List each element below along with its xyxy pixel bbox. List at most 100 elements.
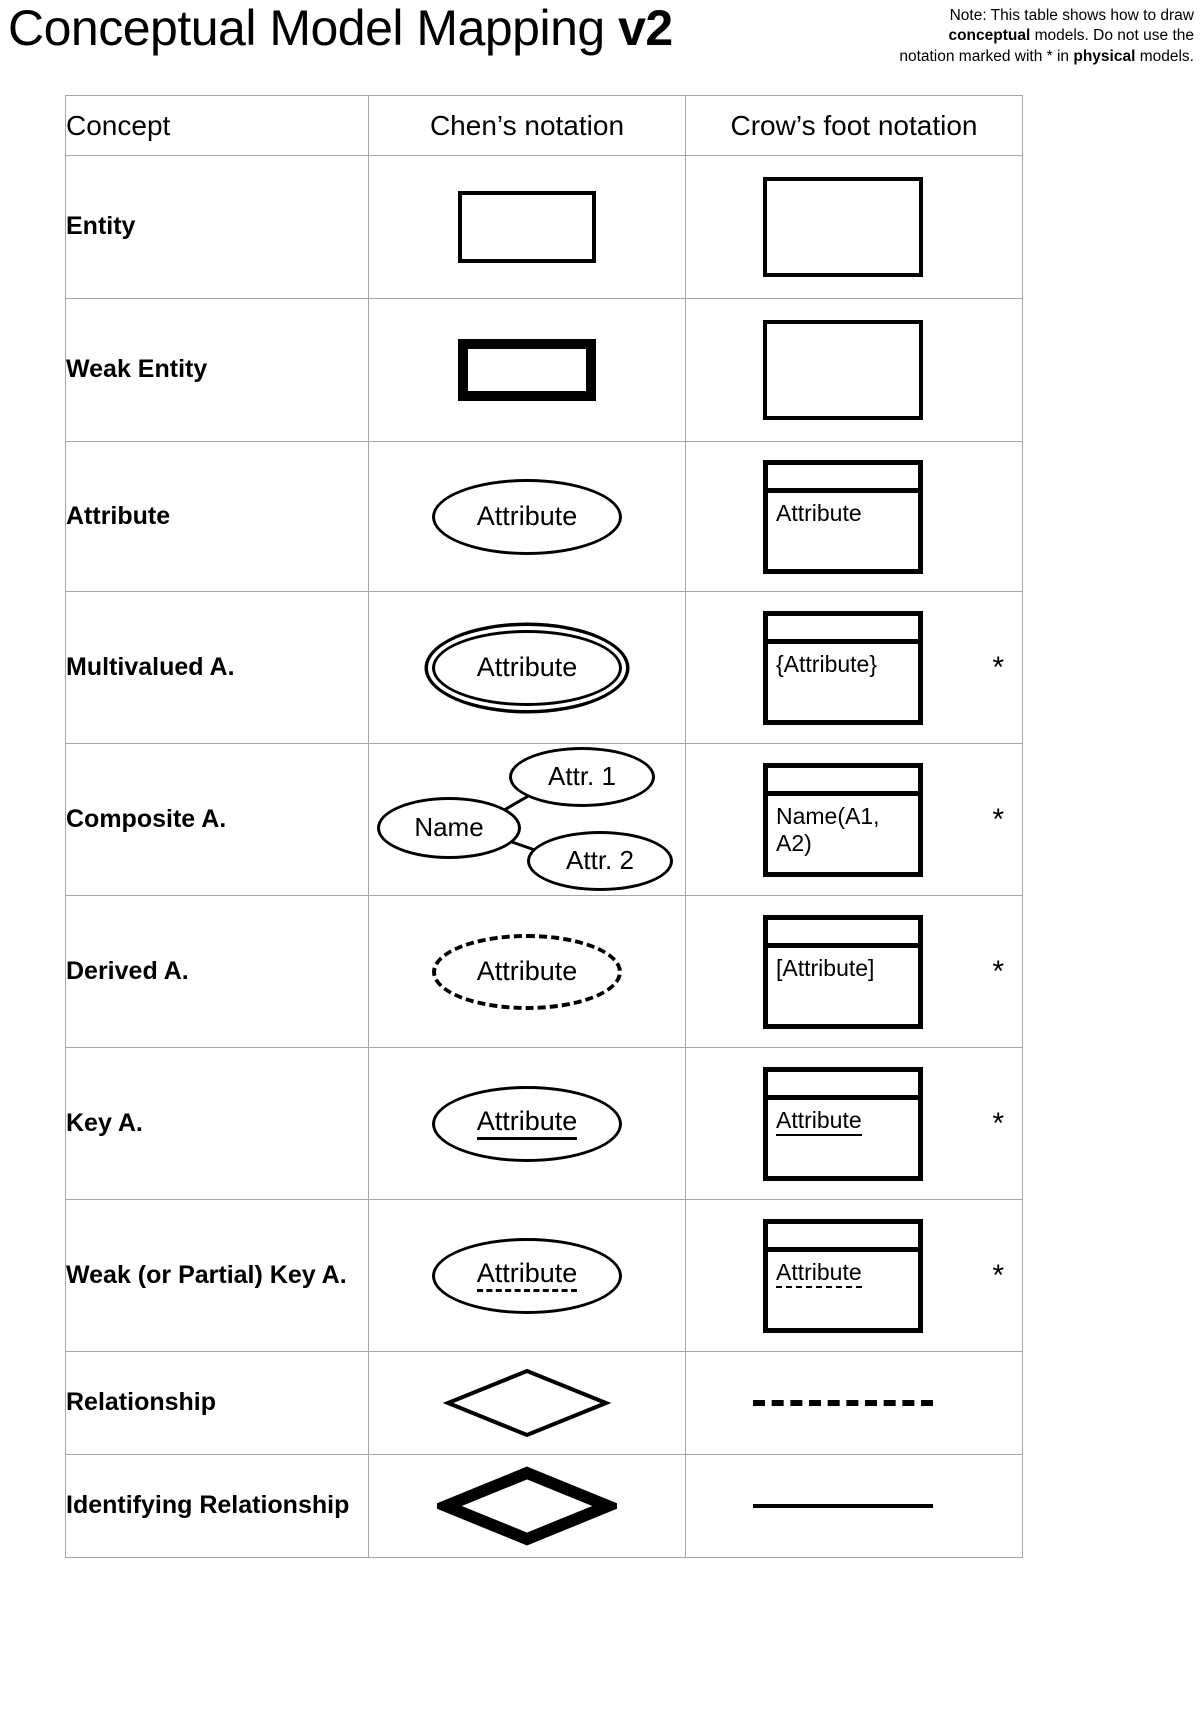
concept-label: Weak Entity	[65, 298, 369, 442]
crow-notation-cell: [Attribute] *	[685, 895, 1023, 1048]
chen-notation-cell: Attr. 1 Name Attr. 2	[368, 743, 686, 896]
double-rectangle-icon	[458, 339, 596, 401]
ellipse-label: Attribute	[476, 652, 578, 682]
weak-entity-rectangle-shape	[369, 339, 685, 401]
page-header: Conceptual Model Mapping v2 Note: This t…	[0, 0, 1200, 88]
page-title-main: Conceptual Model Mapping	[8, 0, 619, 56]
entity-box-icon	[763, 177, 923, 277]
double-ellipse-icon: Attribute	[432, 629, 622, 706]
crow-notation-cell: Attribute *	[685, 1047, 1023, 1200]
crow-notation-cell	[685, 1351, 1023, 1455]
table-header-row: Concept Chen’s notation Crow’s foot nota…	[65, 95, 1023, 156]
crow-notation-cell	[685, 298, 1023, 442]
chen-notation-cell: Attribute	[368, 895, 686, 1048]
box-attribute-label: {Attribute}	[776, 650, 878, 677]
entity-table-box-icon: [Attribute]	[763, 914, 923, 1029]
key-attribute-shape: Attribute	[369, 1085, 685, 1162]
chen-notation-cell	[368, 298, 686, 442]
crow-shape-wrap: Name(A1, A2)	[686, 762, 1022, 877]
concept-label: Identifying Relationship	[65, 1454, 369, 1558]
crow-shape-wrap	[686, 1400, 1022, 1406]
crow-shape-wrap: [Attribute]	[686, 914, 1022, 1029]
page-title-version: v2	[618, 0, 673, 56]
chen-notation-cell	[368, 155, 686, 299]
crow-shape-wrap	[686, 320, 1022, 420]
table-row: Weak (or Partial) Key A. Attribute Attri…	[65, 1199, 1023, 1352]
crow-notation-cell: Name(A1, A2) *	[685, 743, 1023, 896]
partial-key-attribute-shape: Attribute	[369, 1237, 685, 1314]
dashed-line-icon	[753, 1400, 933, 1406]
note-bold-physical: physical	[1073, 47, 1136, 65]
crow-shape-wrap: Attribute	[686, 1218, 1022, 1333]
entity-table-box-icon: Name(A1, A2)	[763, 762, 923, 877]
entity-table-box-icon: {Attribute}	[763, 610, 923, 725]
table-row: Attribute Attribute Attribute	[65, 441, 1023, 592]
box-header-stripe	[768, 465, 918, 493]
crow-notation-cell: Attribute	[685, 441, 1023, 592]
concept-label: Key A.	[65, 1047, 369, 1200]
crow-notation-cell: {Attribute} *	[685, 591, 1023, 744]
table-row: Composite A. Attr. 1 Name Attr. 2 Name(A…	[65, 743, 1023, 896]
concept-label: Composite A.	[65, 743, 369, 896]
ellipse-underlined-icon: Attribute	[432, 1085, 622, 1162]
ellipse-label: Attr. 1	[548, 761, 616, 791]
chen-notation-cell: Attribute	[368, 1047, 686, 1200]
box-header-stripe	[768, 616, 918, 644]
composite-attr2-ellipse: Attr. 2	[527, 830, 673, 891]
box-attribute-label: [Attribute]	[776, 954, 875, 981]
attribute-ellipse-shape: Attribute	[369, 478, 685, 555]
box-header-stripe	[768, 768, 918, 796]
box-attribute-label: Attribute	[776, 1258, 862, 1288]
double-diamond-icon	[437, 1466, 617, 1546]
table-row: Weak Entity	[65, 298, 1023, 442]
page-title: Conceptual Model Mapping v2	[8, 2, 673, 55]
crow-notation-cell	[685, 1454, 1023, 1558]
chen-notation-cell: Attribute	[368, 1199, 686, 1352]
rectangle-icon	[458, 191, 596, 263]
ellipse-label: Name	[414, 812, 484, 842]
column-header-concept: Concept	[65, 95, 369, 156]
diamond-icon	[442, 1368, 612, 1438]
note-part-1: Note: This table shows how to draw	[949, 7, 1194, 24]
chen-notation-cell	[368, 1351, 686, 1455]
concept-label: Derived A.	[65, 895, 369, 1048]
crow-shape-wrap: Attribute	[686, 459, 1022, 574]
table-row: Derived A. Attribute [Attribute] *	[65, 895, 1023, 1048]
note-text: Note: This table shows how to draw conce…	[894, 6, 1194, 67]
table-row: Key A. Attribute Attribute *	[65, 1047, 1023, 1200]
note-bold-conceptual: conceptual	[948, 27, 1031, 45]
composite-attr1-ellipse: Attr. 1	[509, 746, 655, 807]
table-row: Relationship	[65, 1351, 1023, 1455]
composite-attribute-shape: Attr. 1 Name Attr. 2	[369, 745, 685, 895]
box-body: Attribute	[768, 1252, 918, 1328]
ellipse-label: Attr. 2	[566, 845, 634, 875]
crow-notation-cell: Attribute *	[685, 1199, 1023, 1352]
box-attribute-label: Name(A1, A2)	[776, 802, 880, 857]
ellipse-label: Attribute	[476, 501, 578, 531]
box-attribute-label: Attribute	[776, 1106, 862, 1136]
note-part-3: models.	[1135, 47, 1194, 65]
concept-label: Relationship	[65, 1351, 369, 1455]
ellipse-label: Attribute	[476, 956, 578, 986]
box-header-stripe	[768, 920, 918, 948]
physical-warning-asterisk: *	[992, 1258, 1004, 1292]
entity-rectangle-shape	[369, 191, 685, 263]
table-row: Identifying Relationship	[65, 1454, 1023, 1558]
box-header-stripe	[768, 1072, 918, 1100]
crow-shape-wrap: {Attribute}	[686, 610, 1022, 725]
box-body: Attribute	[768, 1100, 918, 1176]
composite-group: Attr. 1 Name Attr. 2	[369, 745, 685, 895]
dashed-ellipse-icon: Attribute	[432, 933, 622, 1010]
page-root: Conceptual Model Mapping v2 Note: This t…	[0, 0, 1200, 1734]
entity-table-box-icon: Attribute	[763, 1218, 923, 1333]
crow-notation-cell	[685, 155, 1023, 299]
physical-warning-asterisk: *	[992, 1106, 1004, 1140]
concept-label: Entity	[65, 155, 369, 299]
chen-notation-cell	[368, 1454, 686, 1558]
entity-table-box-icon: Attribute	[763, 459, 923, 574]
concept-label: Multivalued A.	[65, 591, 369, 744]
crow-shape-wrap	[686, 177, 1022, 277]
multivalued-attribute-shape: Attribute	[369, 629, 685, 706]
chen-notation-cell: Attribute	[368, 591, 686, 744]
physical-warning-asterisk: *	[992, 954, 1004, 988]
